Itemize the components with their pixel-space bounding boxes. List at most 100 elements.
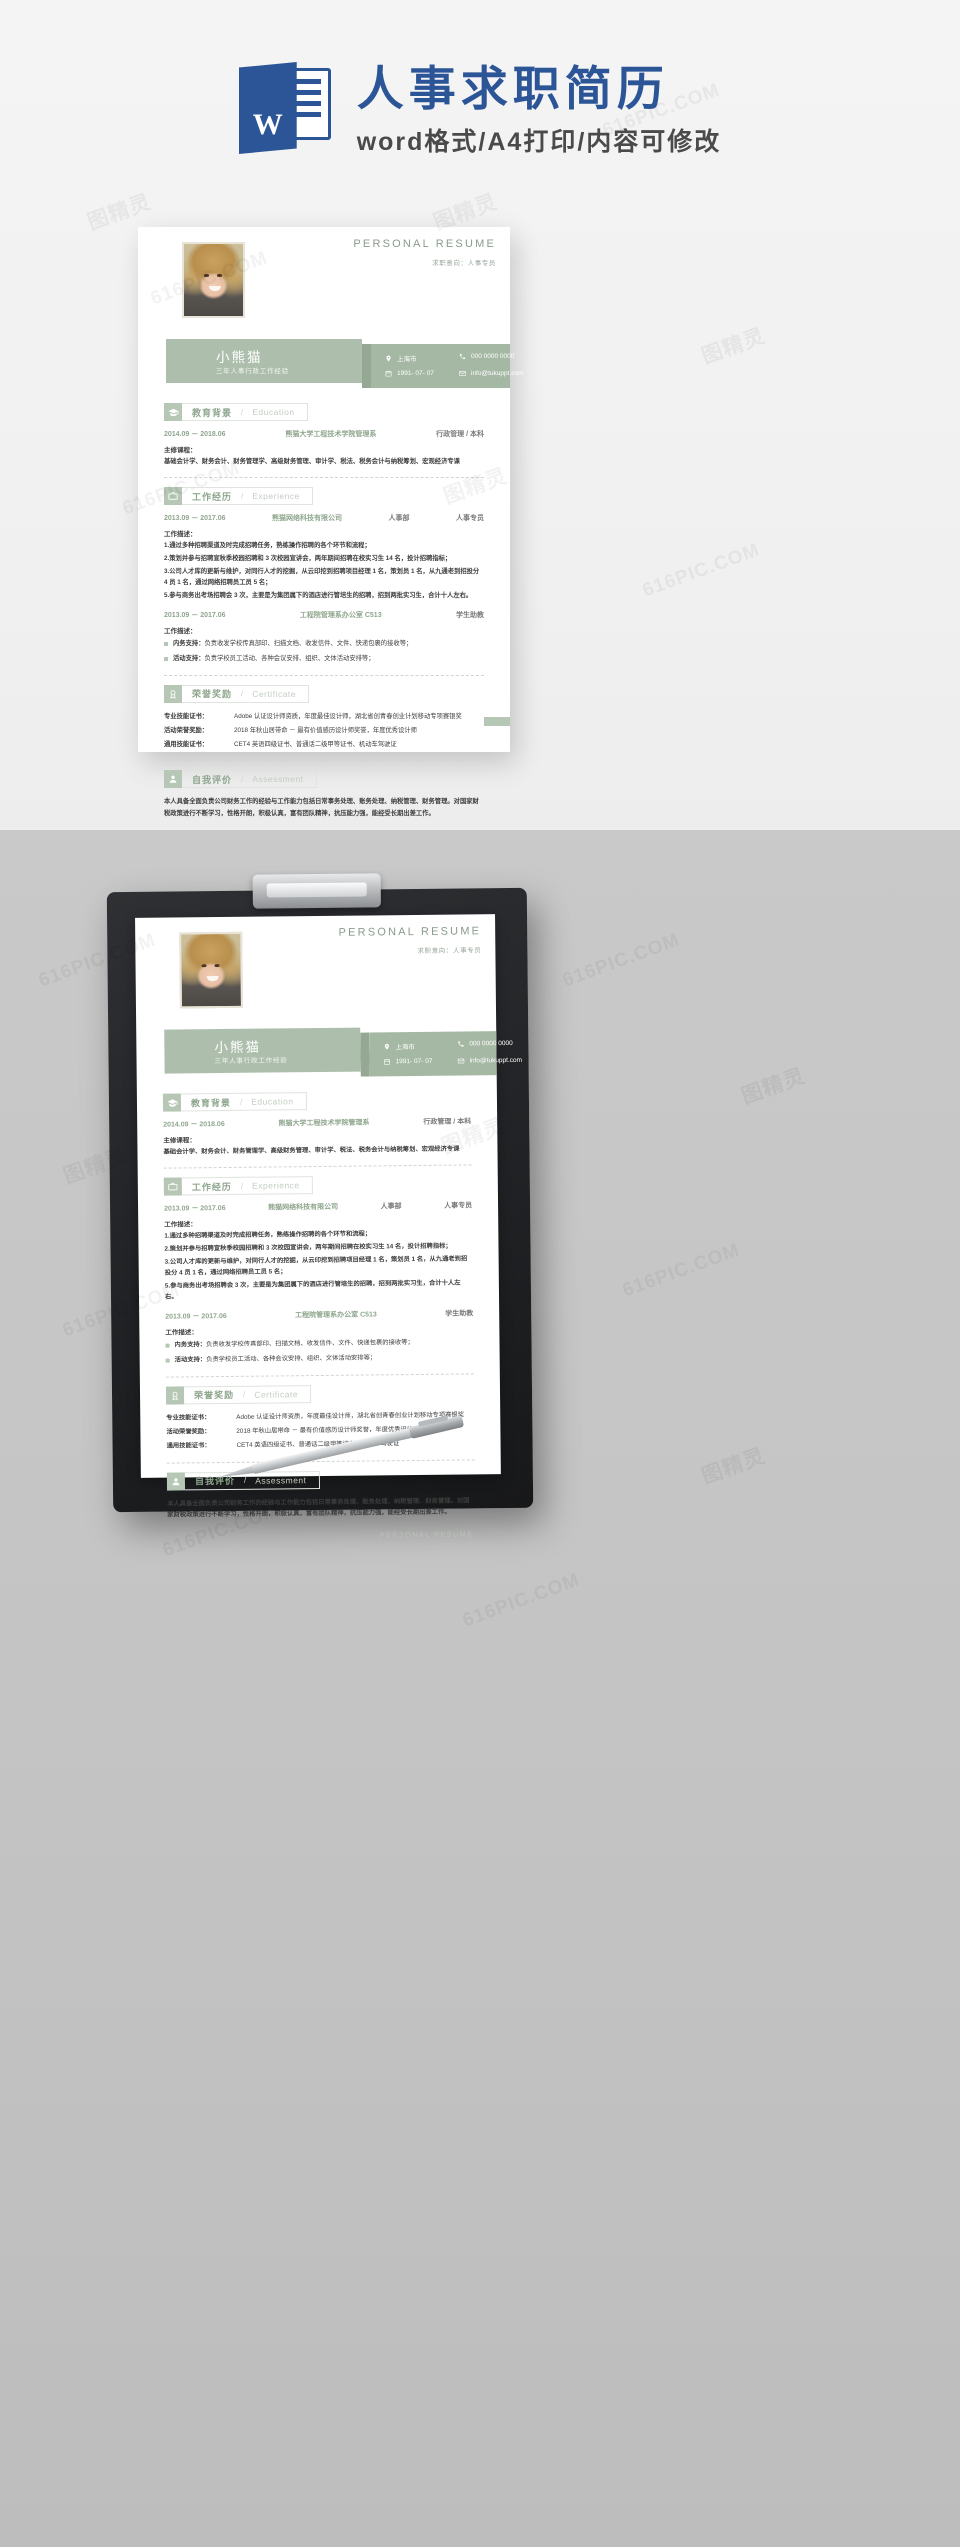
section-header-experience: 工作经历 / Experience [163, 1174, 472, 1196]
banner-header: W 人事求职简历 word格式/A4打印/内容可修改 [0, 50, 960, 170]
job-desc-item: 5.参与商务出考场招聘会 3 次，主要是为集团属下的酒店进行管培生的招聘，招到两… [164, 592, 473, 600]
resume-name-band: 小熊猫 三年人事行政工作经验 上海市 1991- 07- 07 000 0000… [138, 339, 524, 388]
award-icon [164, 684, 182, 703]
resume-personal-heading: PERSONAL RESUME 求职意向：人事专员 [353, 238, 496, 267]
job-bullet-value: 负责收发学校传真部印、扫描文档、收发信件、文件、快递包裹的接收等； [204, 640, 413, 648]
job-bullet-key: 活动支持： [173, 654, 205, 662]
job-desc-label: 工作描述： [164, 1221, 197, 1229]
bottom-mockup-section: PERSONAL RESUME 求职意向：人事专员 小熊猫 三年人事行政工作经验 [0, 830, 960, 2547]
section-slash: / [240, 1181, 244, 1191]
watermark: 616PIC.COM [559, 929, 683, 992]
job-bullet-value: 负责收发学校传真部印、扫描文档、收发信件、文件、快递包裹的接收等； [205, 1339, 414, 1349]
contact-location-text: 上海市 [395, 1043, 415, 1052]
education-courses: 基础会计学、财务会计、财务管理学、高级财务管理、审计学、税法、税务会计与纳税筹划… [164, 458, 460, 465]
word-logo-letter: W [252, 108, 283, 141]
job-desc-item: 1.通过多种招聘渠道及时完成招聘任务，熟练操作招聘的各个环节和流程； [164, 1230, 372, 1240]
clipboard-clip [252, 873, 381, 909]
certificate-key: 活动荣誉奖励： [166, 1428, 211, 1436]
job-bullet-key: 内务支持： [174, 1341, 207, 1349]
watermark: 图精灵 [698, 324, 769, 369]
section-cn-certificate: 荣誉奖励 [192, 689, 233, 699]
certificate-key: 活动荣誉奖励： [164, 726, 209, 734]
section-en-certificate: Certificate [252, 688, 297, 699]
award-icon [165, 1385, 185, 1405]
bullet-square-icon [164, 656, 168, 661]
contact-birthdate-text: 1991- 07- 07 [397, 370, 434, 377]
certificate-key: 通用技能证书： [166, 1442, 211, 1450]
watermark: 图精灵 [698, 1444, 769, 1489]
job-desc-label: 工作描述： [164, 531, 197, 539]
certificate-key: 专业技能证书： [164, 712, 209, 720]
job-desc-label: 工作描述： [164, 628, 197, 636]
job-desc-item: 3.公司人才库的更新与维护，对同行人才的挖掘，从云印挖到招聘项目经理 1 名，策… [164, 1255, 468, 1277]
education-row: 2014.09 － 2018.06 熊猫大学工程技术学院管理系 行政管理 / 本… [164, 429, 484, 439]
education-school: 熊猫大学工程技术学院管理系 [278, 1119, 370, 1128]
contact-phone-text: 000 0000 0000 [471, 353, 515, 360]
job-role: 学生助教 [456, 612, 484, 620]
briefcase-icon [163, 1177, 182, 1196]
bullet-square-icon [164, 642, 168, 647]
resume-top: PERSONAL RESUME 求职意向：人事专员 [138, 227, 510, 339]
watermark: 616PIC.COM [639, 539, 763, 602]
job-company: 工程院管理系办公室 C513 [299, 612, 382, 620]
divider [164, 477, 484, 479]
education-date: 2014.09 － 2018.06 [164, 431, 226, 438]
contact-phone-text: 000 0000 0000 [469, 1039, 513, 1048]
banner-text-group: 人事求职简历 word格式/A4打印/内容可修改 [357, 62, 722, 158]
section-label-certificate: 荣誉奖励 / Certificate [182, 684, 310, 703]
graduation-cap-icon [164, 403, 182, 421]
certificate-value: CET4 英语四级证书、普通话二级甲等证书、机动车驾驶证 [234, 741, 397, 749]
section-en-experience: Experience [252, 491, 300, 502]
job-desc-item: 2.策划并参与招聘宣秋季校园招聘和 3 次校园宣讲会，两年期间招聘在校实习生 1… [164, 1242, 452, 1253]
briefcase-icon [164, 487, 182, 506]
personal-resume-title: PERSONAL RESUME [353, 238, 496, 250]
job-objective: 求职意向：人事专员 [417, 947, 482, 955]
section-cn-education: 教育背景 [192, 407, 233, 418]
resume-footer-mark: PERSONAL RESUME [379, 1530, 474, 1539]
education-courses-label: 主修课程： [164, 447, 197, 454]
avatar [179, 931, 243, 1009]
contact-birthdate: 1991- 07- 07 [384, 1057, 433, 1066]
job-desc-label: 工作描述： [165, 1329, 198, 1337]
section-slash: / [241, 689, 244, 698]
contact-birthdate-text: 1991- 07- 07 [395, 1057, 433, 1066]
section-label-experience: 工作经历 / Experience [182, 487, 313, 506]
divider [165, 1372, 474, 1378]
section-en-assessment: Assessment [255, 1474, 307, 1486]
contact-block: 上海市 1991- 07- 07 000 0000 0000 info@tuku… [369, 1031, 522, 1077]
education-date: 2014.09 － 2018.06 [163, 1120, 225, 1129]
contact-location: 上海市 [383, 1041, 415, 1051]
contact-phone: 000 0000 0000 [457, 1039, 513, 1048]
assessment-text: 本人具备全面负责公司财务工作的经验与工作能力包括日常事务处理、账务处理、纳税管理… [164, 798, 479, 817]
job-date: 2013.09 － 2017.06 [164, 1205, 226, 1213]
section-label-education: 教育背景 / Education [182, 403, 308, 421]
job-desc-item: 1.通过多种招聘渠道及时完成招聘任务，熟练操作招聘的各个环节和流程； [164, 542, 371, 550]
top-preview-section: W 人事求职简历 word格式/A4打印/内容可修改 PERSONAL RESU… [0, 0, 960, 840]
job-desc-item: 2.策划并参与招聘宣秋季校园招聘和 3 次校园宣讲会，两年期间招聘在校实习生 1… [164, 555, 452, 563]
calendar-icon [385, 370, 392, 377]
resume-sheet-clipboard[interactable]: PERSONAL RESUME 求职意向：人事专员 小熊猫 三年人事行政工作经验 [135, 914, 522, 1539]
contact-email-text: info@tukuppt.com [469, 1056, 523, 1065]
section-cn-assessment: 自我评价 [192, 774, 233, 785]
resume-sheet-flat[interactable]: PERSONAL RESUME 求职意向：人事专员 小熊猫 三年人事行政工作经验… [138, 227, 524, 840]
certificate-row: 专业技能证书： Adobe 认证设计师资质，年度最佳设计师，湖北省创青春创业计划… [164, 711, 484, 722]
job-bullet: 内务支持：负责收发学校传真部印、扫描文档、收发信件、文件、快递包裹的接收等； [165, 1338, 473, 1352]
section-label-education: 教育背景 / Education [180, 1092, 307, 1112]
contact-block: 上海市 1991- 07- 07 000 0000 0000 info@tuku… [371, 344, 524, 388]
contact-location: 上海市 [385, 353, 417, 363]
avatar [182, 242, 245, 318]
name-block [166, 339, 371, 388]
job-date: 2013.09 － 2017.06 [165, 1313, 227, 1321]
bullet-square-icon [165, 1358, 170, 1363]
candidate-tagline: 三年人事行政工作经验 [216, 368, 289, 375]
person-icon [166, 1471, 186, 1491]
job-row: 2013.09 － 2017.06 工程院管理系办公室 C513 学生助教 [165, 1309, 473, 1322]
job-row: 2013.09 － 2017.06 熊猫网络科技有限公司 人事部 人事专员 [164, 513, 484, 523]
resume-body: 教育背景 / Education 2014.09 － 2018.06 熊猫大学工… [137, 1074, 502, 1541]
watermark: 图精灵 [738, 1064, 809, 1109]
location-icon [384, 1043, 389, 1050]
section-header-education: 教育背景 / Education [162, 1090, 471, 1112]
contact-birthdate: 1991- 07- 07 [385, 370, 434, 377]
section-en-assessment: Assessment [252, 774, 304, 785]
education-courses: 基础会计学、财务会计、财务管理学、高级财务管理、审计学、税法、税务会计与纳税筹划… [163, 1145, 460, 1156]
